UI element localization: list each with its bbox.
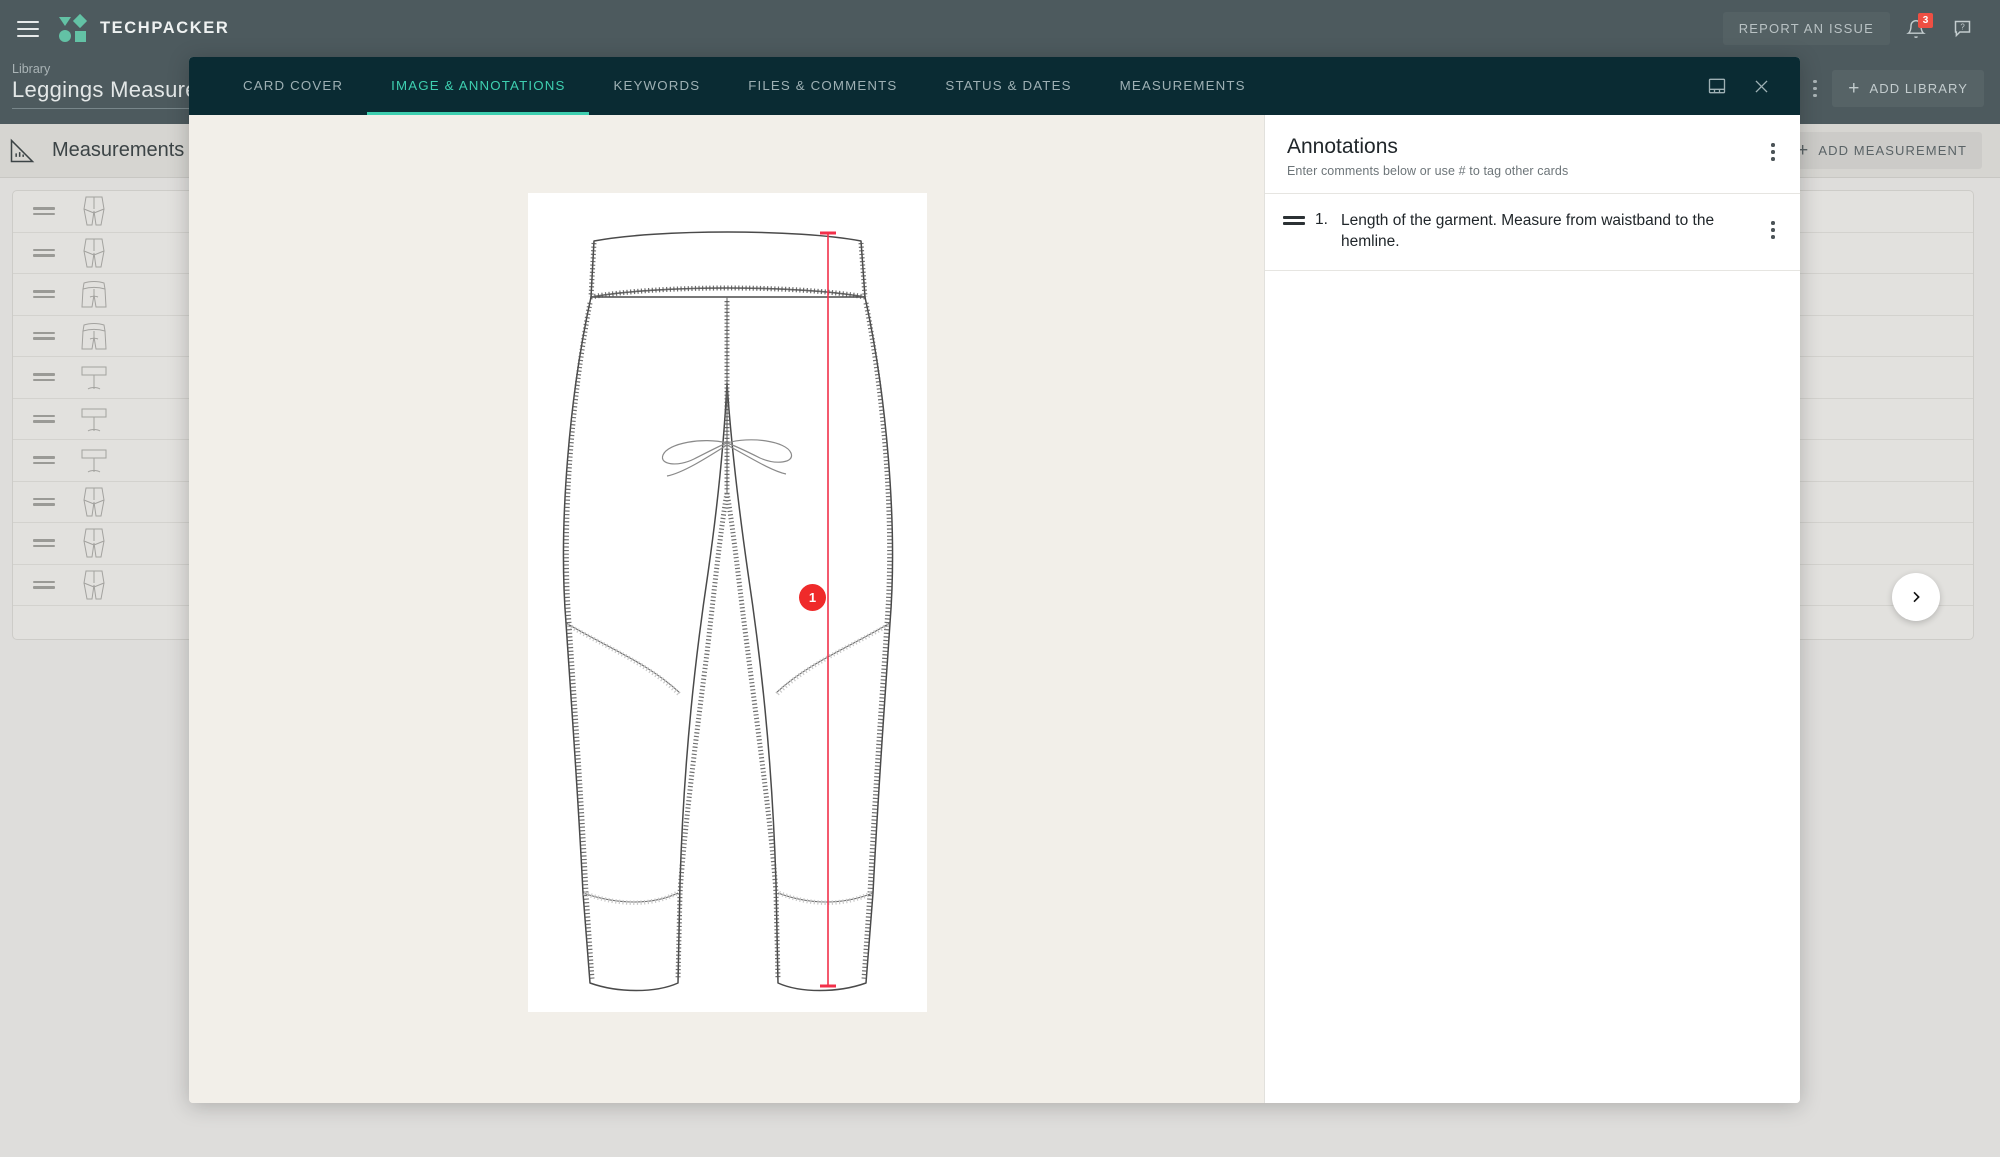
add-measurement-button[interactable]: + ADD MEASUREMENT [1782,132,1982,169]
garment-thumbnail-icon [77,236,111,270]
add-library-button[interactable]: + ADD LIBRARY [1832,70,1984,107]
annotation-marker-1[interactable]: 1 [799,584,826,611]
panel-layout-icon[interactable] [1700,69,1734,103]
next-card-button[interactable] [1892,573,1940,621]
leggings-technical-flat [562,231,894,992]
annotations-subtitle: Enter comments below or use # to tag oth… [1287,164,1569,178]
annotation-text: Length of the garment. Measure from wais… [1341,212,1715,250]
notifications-button[interactable]: 3 [1896,9,1936,49]
ruler-icon [10,138,35,162]
app-bar-actions: REPORT AN ISSUE 3 ? [1722,9,2000,49]
close-icon[interactable] [1744,69,1778,103]
brand[interactable]: TECHPACKER [59,13,230,42]
page-more-menu[interactable] [1802,72,1828,106]
tab-image-annotations[interactable]: IMAGE & ANNOTATIONS [367,57,589,115]
app-bar: TECHPACKER REPORT AN ISSUE 3 ? [0,0,2000,57]
techpacker-logo-icon [59,13,89,42]
section-title: Measurements [52,139,185,161]
tab-files-comments[interactable]: FILES & COMMENTS [724,57,921,115]
garment-thumbnail-icon [77,568,111,602]
drag-handle-icon[interactable] [33,539,55,548]
garment-thumbnail-icon [77,360,111,394]
modal-header: CARD COVER IMAGE & ANNOTATIONS KEYWORDS FIL… [189,57,1800,115]
drag-handle-icon[interactable] [33,331,55,340]
drag-handle-icon[interactable] [33,248,55,257]
add-measurement-label: ADD MEASUREMENT [1818,143,1967,158]
report-issue-button[interactable]: REPORT AN ISSUE [1722,12,1890,45]
help-button[interactable]: ? [1942,9,1982,49]
plus-icon: + [1848,78,1861,99]
garment-thumbnail-icon [77,443,111,477]
page-actions: + ADD LIBRARY [1802,70,1984,107]
annotations-title: Annotations [1287,135,1398,158]
drag-handle-icon[interactable] [33,207,55,216]
tab-card-cover[interactable]: CARD COVER [219,57,367,115]
chevron-right-icon [1913,591,1920,603]
image-canvas-area: 1 [189,115,1264,1103]
modal-body: 1 Annotations Enter comments below or us… [189,115,1800,1103]
add-library-label: ADD LIBRARY [1869,81,1968,96]
drag-handle-icon[interactable] [33,497,55,506]
menu-icon[interactable] [17,20,39,37]
drag-handle-icon[interactable] [33,456,55,465]
modal-header-actions [1700,69,1800,103]
brand-name: TECHPACKER [100,19,230,37]
garment-thumbnail-icon [77,485,111,519]
annotation-more-menu[interactable] [1760,213,1786,247]
modal-tabs: CARD COVER IMAGE & ANNOTATIONS KEYWORDS FIL… [219,57,1270,115]
garment-thumbnail-icon [77,526,111,560]
card-detail-modal: CARD COVER IMAGE & ANNOTATIONS KEYWORDS FIL… [189,57,1800,1103]
drag-handle-icon[interactable] [33,580,55,589]
notification-badge: 3 [1918,12,1933,28]
annotation-item[interactable]: 1. Length of the garment. Measure from wa… [1265,194,1800,271]
annotations-header: Annotations Enter comments below or use … [1265,115,1800,194]
garment-artboard[interactable]: 1 [528,193,927,1012]
annotations-more-menu[interactable] [1760,135,1786,169]
annotation-number: 1. [1315,211,1328,228]
drag-handle-icon[interactable] [1283,216,1305,225]
tab-keywords[interactable]: KEYWORDS [589,57,724,115]
annotations-panel: Annotations Enter comments below or use … [1264,115,1800,1103]
garment-thumbnail-icon [77,277,111,311]
breadcrumb[interactable]: Library [12,62,50,76]
tab-measurements[interactable]: MEASUREMENTS [1096,57,1270,115]
drag-handle-icon[interactable] [33,414,55,423]
garment-thumbnail-icon [77,319,111,353]
help-icon: ? [1954,20,1970,38]
annotations-list: 1. Length of the garment. Measure from wa… [1265,194,1800,271]
garment-thumbnail-icon [77,402,111,436]
svg-text:?: ? [1960,22,1965,31]
drag-handle-icon[interactable] [33,373,55,382]
drag-handle-icon[interactable] [33,290,55,299]
tab-status-dates[interactable]: STATUS & DATES [921,57,1095,115]
garment-thumbnail-icon [77,194,111,228]
